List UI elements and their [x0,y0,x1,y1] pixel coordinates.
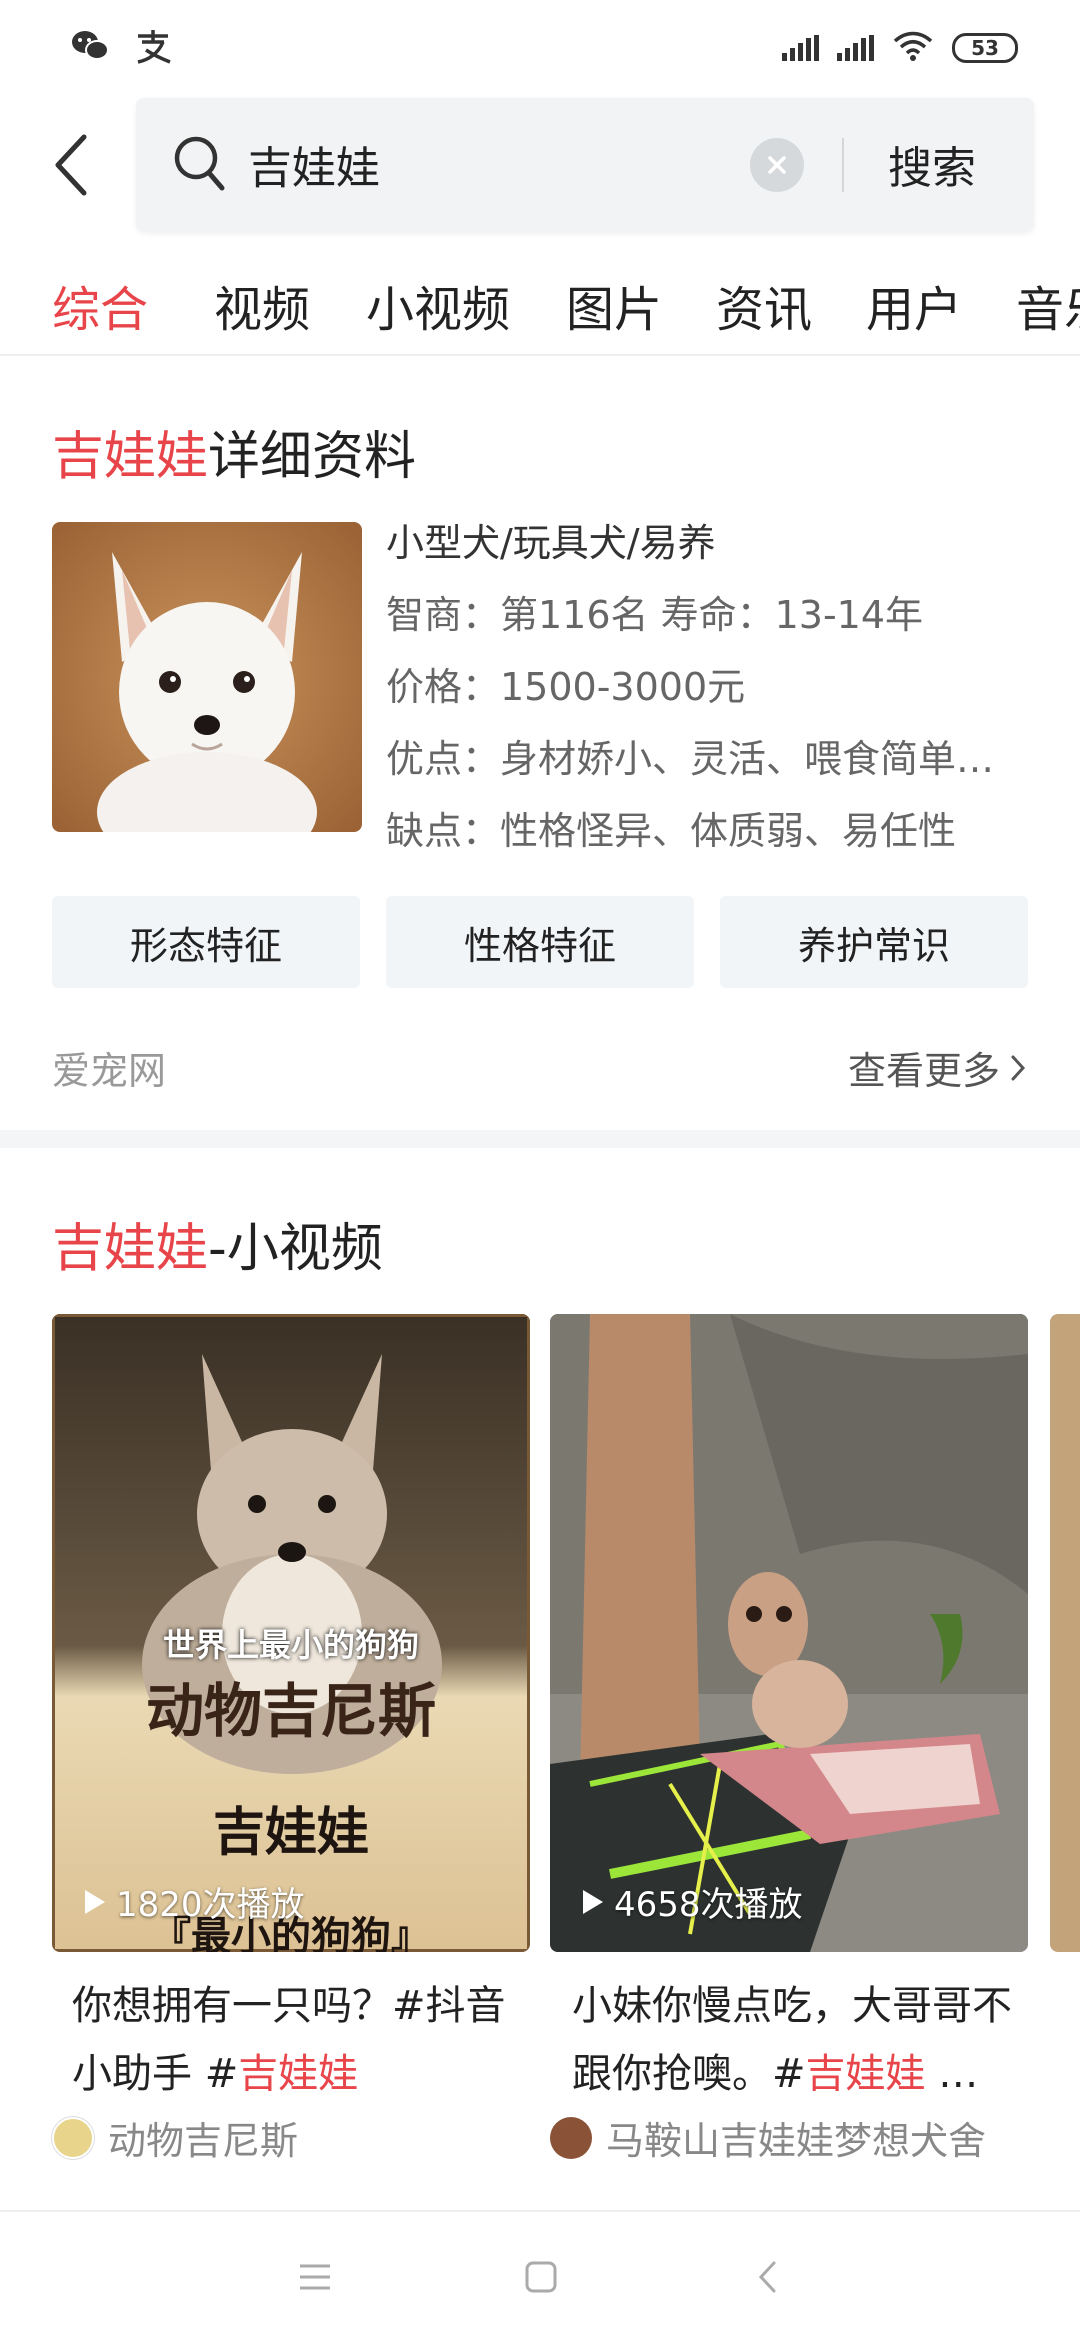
title-rest: 详细资料 [208,427,417,487]
tab-video[interactable]: 视频 [214,270,310,340]
overlay-text: 吉娃娃 [212,1803,369,1863]
video-title-highlight: 吉娃娃 [238,2051,359,2097]
video-author[interactable]: 马鞍山吉娃娃梦想犬舍 [550,2110,986,2165]
info-breed-type: 小型犬/玩具犬/易养 [386,521,716,565]
play-icon [85,1889,105,1914]
back-button[interactable] [40,130,100,200]
info-cons: 缺点：性格怪异、体质弱、易任性 [386,809,957,853]
author-name: 动物吉尼斯 [108,2119,299,2163]
overlay-text: 世界上最小的狗狗 [162,1626,419,1664]
home-button[interactable] [518,2254,564,2300]
play-count: 4658次播放 [580,1877,803,1926]
play-count-label: 4658次播放 [614,1885,803,1925]
title-rest: -小视频 [208,1219,383,1279]
avatar [52,2116,94,2159]
tab-users[interactable]: 用户 [866,270,962,340]
video-title-text: … [925,2051,979,2097]
close-icon [768,156,786,174]
video-section-title[interactable]: 吉娃娃-小视频 [52,1206,383,1281]
see-more-label: 查看更多 [847,1049,1000,1093]
play-count: 1820次播放 [82,1877,305,1926]
tab-short-video[interactable]: 小视频 [366,270,510,340]
play-icon [583,1889,603,1914]
back-nav-button[interactable] [744,2254,790,2300]
wifi-icon [892,30,934,66]
video-thumbnail[interactable] [1050,1314,1080,1952]
chevron-left-icon [55,134,87,196]
avatar [550,2116,592,2159]
profile-card-title[interactable]: 吉娃娃详细资料 [52,414,416,489]
video-title[interactable]: 小妹你慢点吃，大哥哥不跟你抢噢。#吉娃娃 … [572,1972,1022,2108]
tab-images[interactable]: 图片 [566,270,662,340]
play-count-label: 1820次播放 [116,1885,305,1925]
divider [842,138,844,192]
video-thumbnail[interactable]: 世界上最小的狗狗 动物吉尼斯 吉娃娃 『最小的狗狗』 1820次播放 [52,1314,530,1952]
video-author[interactable]: 动物吉尼斯 [52,2110,298,2165]
morphology-button[interactable]: 形态特征 [52,896,360,988]
clear-button[interactable] [750,138,804,192]
tab-music[interactable]: 音乐 [1016,270,1080,340]
video-thumbnail[interactable]: 4658次播放 [550,1314,1028,1952]
home-icon [525,2261,557,2293]
tab-news[interactable]: 资讯 [716,270,812,340]
title-highlight: 吉娃娃 [52,1219,209,1279]
personality-button[interactable]: 性格特征 [386,896,694,988]
care-tips-button[interactable]: 养护常识 [720,896,1028,988]
author-name: 马鞍山吉娃娃梦想犬舍 [606,2119,987,2163]
dog-photo[interactable] [52,522,362,832]
search-icon [172,134,228,198]
info-price: 价格：1500-3000元 [386,665,746,709]
category-tabs: 综合 视频 小视频 图片 资讯 用户 音乐 [0,256,1080,356]
chevron-left-icon [758,2261,776,2293]
status-bar: 53 [0,0,1080,100]
video-title-highlight: 吉娃娃 [805,2051,926,2097]
menu-icon [300,2264,330,2290]
menu-button[interactable] [292,2254,338,2300]
chevron-right-icon [1011,1055,1026,1080]
tab-comprehensive[interactable]: 综合 [52,270,148,340]
info-pros: 优点：身材娇小、灵活、喂食简单、容易训练 [386,737,1026,781]
alipay-icon [134,28,172,68]
video-title[interactable]: 你想拥有一只吗？#抖音小助手 #吉娃娃 [72,1972,522,2108]
wechat-icon [70,28,110,68]
info-iq-lifespan: 智商：第116名 寿命：13-14年 [386,593,924,637]
system-nav-bar [0,2210,1080,2340]
search-input[interactable]: 吉娃娃 [248,132,380,196]
search-bar[interactable]: 吉娃娃 搜索 [136,98,1034,232]
section-divider [0,1130,1080,1148]
overlay-text: 动物吉尼斯 [145,1677,436,1745]
see-more-link[interactable]: 查看更多 [848,1040,1026,1095]
battery-icon: 53 [952,33,1018,63]
source-label[interactable]: 爱宠网 [52,1040,166,1095]
signal-icon [837,35,874,61]
search-button[interactable]: 搜索 [888,132,976,196]
signal-icon [782,35,819,61]
title-highlight: 吉娃娃 [52,427,209,487]
